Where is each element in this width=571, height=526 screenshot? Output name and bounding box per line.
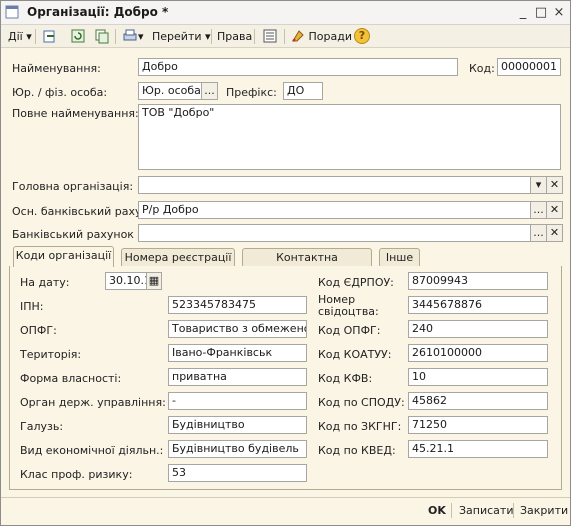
dropdown-arrow-icon: ▾ [22, 30, 32, 43]
industry-label: Галузь: [20, 420, 64, 433]
entity-type-label: Юр. / фіз. особа: [12, 86, 108, 99]
list-settings-icon[interactable] [262, 28, 278, 44]
main-bank-account-select-button[interactable]: ... [530, 201, 547, 219]
main-bank-account-field[interactable]: Р/р Добро [138, 201, 531, 219]
form-window: Організації: Добро * _ □ × Дії ▾ ▾ Перей… [0, 0, 571, 526]
tab-other[interactable]: Інше [379, 248, 420, 267]
toolbar-separator [284, 29, 285, 44]
tips-button[interactable]: Поради [291, 28, 352, 45]
zkgng-label: Код по ЗКГНГ: [318, 420, 402, 433]
rights-button[interactable]: Права [217, 28, 252, 45]
territory-label: Територія: [20, 348, 82, 361]
head-org-dropdown-button[interactable]: ▾ [530, 176, 547, 194]
title-bar: Організації: Добро * _ □ × [1, 1, 570, 25]
toolbar-separator [35, 29, 36, 44]
print-icon[interactable] [122, 28, 138, 44]
toolbar-separator [115, 29, 116, 44]
form-icon [5, 5, 19, 19]
inn-label: ІПН: [20, 300, 44, 313]
code-field[interactable]: 00000001 [497, 58, 561, 76]
ownership-form-label: Форма власності: [20, 372, 122, 385]
bank-account-label: Банківський рахунок д... [12, 228, 156, 241]
edrpou-field[interactable]: 87009943 [408, 272, 548, 290]
prefix-label: Префікс: [226, 86, 277, 99]
dropdown-arrow-icon[interactable]: ▾ [138, 28, 144, 45]
kved-field[interactable]: 45.21.1 [408, 440, 548, 458]
toolbar-separator [211, 29, 212, 44]
zkgng-field[interactable]: 71250 [408, 416, 548, 434]
dropdown-arrow-icon: ▾ [201, 30, 211, 43]
territory-field[interactable]: Івано-Франківськ [168, 344, 307, 362]
maximize-button[interactable]: □ [533, 5, 549, 21]
bank-account-clear-button[interactable]: ✕ [546, 224, 563, 242]
state-authority-field[interactable]: - [168, 392, 307, 410]
tab-registration-numbers[interactable]: Номера реєстрації [121, 248, 235, 267]
main-bank-account-label: Осн. банківський раху... [12, 205, 152, 218]
inn-field[interactable]: 523345783475 [168, 296, 307, 314]
kved-label: Код по КВЕД: [318, 444, 396, 457]
koatuu-field[interactable]: 2610100000 [408, 344, 548, 362]
kfv-field[interactable]: 10 [408, 368, 548, 386]
full-name-textarea[interactable]: ТОВ "Добро" [138, 104, 561, 170]
code-label: Код: [469, 62, 495, 75]
tab-contact-info[interactable]: Контактна інформація [242, 248, 372, 281]
economic-activity-field[interactable]: Будівництво будівель [168, 440, 307, 458]
bank-account-field[interactable] [138, 224, 531, 242]
risk-class-label: Клас проф. ризику: [20, 468, 133, 481]
date-label: На дату: [20, 276, 70, 289]
tips-label: Поради [308, 30, 352, 43]
opfg-code-label: Код ОПФГ: [318, 324, 381, 337]
head-org-field[interactable] [138, 176, 531, 194]
help-icon[interactable]: ? [354, 28, 370, 44]
name-label: Найменування: [12, 62, 101, 75]
spodu-label: Код по СПОДУ: [318, 396, 405, 409]
economic-activity-label: Вид економічної діяльн.: [20, 444, 164, 457]
actions-menu[interactable]: Дії ▾ [8, 28, 32, 45]
calendar-icon[interactable]: ▦ [146, 272, 162, 290]
go-menu[interactable]: Перейти ▾ [152, 28, 211, 45]
opfg-code-field[interactable]: 240 [408, 320, 548, 338]
toolbar-separator [254, 29, 255, 44]
window-title: Організації: Добро * [27, 5, 169, 19]
minimize-button[interactable]: _ [515, 5, 531, 21]
ok-button[interactable]: OK [428, 504, 446, 517]
industry-field[interactable]: Будівництво [168, 416, 307, 434]
risk-class-field[interactable]: 53 [168, 464, 307, 482]
tab-org-codes[interactable]: Коди організації [13, 246, 114, 267]
footer-divider [1, 497, 570, 498]
toolbar: Дії ▾ ▾ Перейти ▾ Права Поради ? [1, 25, 570, 48]
tips-icon [292, 30, 304, 42]
prefix-field[interactable]: ДО [283, 82, 323, 100]
edrpou-label: Код ЄДРПОУ: [318, 276, 394, 289]
entity-type-select-button[interactable]: ... [201, 82, 218, 100]
opfg-field[interactable]: Товариство з обмеженою [168, 320, 307, 338]
ownership-form-field[interactable]: приватна [168, 368, 307, 386]
koatuu-label: Код КОАТУУ: [318, 348, 392, 361]
entity-type-field[interactable]: Юр. особа [138, 82, 202, 100]
footer-separator [513, 503, 514, 518]
spodu-field[interactable]: 45862 [408, 392, 548, 410]
kfv-label: Код КФВ: [318, 372, 373, 385]
go-menu-label: Перейти [152, 30, 202, 43]
head-org-label: Головна організація: [12, 180, 134, 193]
actions-menu-label: Дії [8, 30, 23, 43]
certificate-number-label: Номер свідоцтва: [318, 293, 379, 318]
close-window-button[interactable]: × [551, 5, 567, 21]
copy-icon[interactable] [94, 28, 110, 44]
head-org-clear-button[interactable]: ✕ [546, 176, 563, 194]
state-authority-label: Орган держ. управління: [20, 396, 166, 409]
bank-account-select-button[interactable]: ... [530, 224, 547, 242]
name-field[interactable]: Добро [138, 58, 458, 76]
close-button[interactable]: Закрити [520, 504, 568, 517]
full-name-label: Повне найменування: [12, 107, 139, 120]
save-button[interactable]: Записати [459, 504, 513, 517]
main-bank-account-clear-button[interactable]: ✕ [546, 201, 563, 219]
opfg-label: ОПФГ: [20, 324, 57, 337]
certificate-number-field[interactable]: 3445678876 [408, 296, 548, 314]
new-from-copy-icon[interactable] [42, 28, 58, 44]
footer-separator [451, 503, 452, 518]
refresh-icon[interactable] [70, 28, 86, 44]
